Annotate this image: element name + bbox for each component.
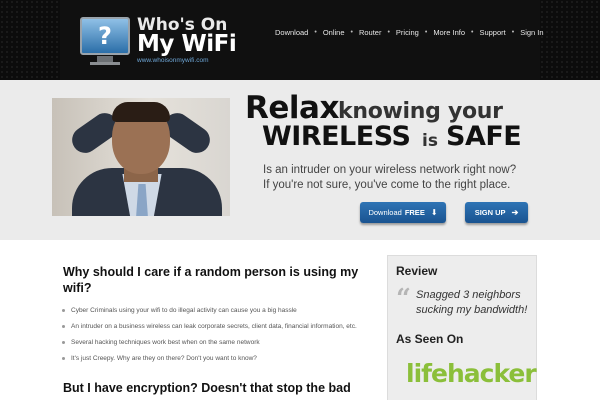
- reasons-list: Cyber Criminals using your wifi to do il…: [62, 304, 362, 368]
- nav-router[interactable]: Router: [359, 28, 382, 37]
- nav-sign-in[interactable]: Sign In: [520, 28, 543, 37]
- question-mark-monitor-icon: ?: [80, 17, 130, 55]
- site-logo[interactable]: ? Who's On My WiFi www.whoisonmywifi.com: [80, 15, 240, 70]
- nav-separator: •: [314, 28, 317, 36]
- hero-photo: [52, 98, 230, 216]
- down-arrow-icon: ⬇: [430, 208, 438, 217]
- nav-support[interactable]: Support: [479, 28, 505, 37]
- sign-up-button[interactable]: SIGN UP ➔: [465, 202, 528, 223]
- download-button-emphasis: FREE: [404, 208, 425, 217]
- list-item: Several hacking techniques work best whe…: [62, 336, 362, 349]
- review-title: Review: [396, 264, 438, 278]
- list-item: It's just Creepy. Why are they on there?…: [62, 352, 362, 365]
- main-nav: Download • Online • Router • Pricing • M…: [275, 26, 544, 38]
- right-arrow-icon: ➔: [511, 208, 519, 217]
- section-heading-why-care: Why should I care if a random person is …: [63, 265, 359, 295]
- headline-is: is: [422, 131, 438, 151]
- photo-hair: [112, 102, 170, 122]
- download-button-label: Download: [368, 208, 402, 217]
- headline-safe: SAFE: [446, 121, 522, 152]
- hero-subtext-line2: If you're not sure, you've come to the r…: [263, 179, 511, 191]
- headline-wireless: WIRELESS: [262, 121, 411, 152]
- review-quote: Snagged 3 neighbors sucking my bandwidth…: [416, 289, 528, 316]
- download-free-button[interactable]: Download FREE ⬇: [360, 202, 446, 223]
- question-mark-glyph: ?: [98, 22, 112, 50]
- nav-separator: •: [387, 28, 390, 36]
- nav-separator: •: [350, 28, 353, 36]
- nav-download[interactable]: Download: [275, 28, 308, 37]
- hero-subtext-line1: Is an intruder on your wireless network …: [263, 164, 517, 176]
- list-item: Cyber Criminals using your wifi to do il…: [62, 304, 362, 317]
- nav-separator: •: [471, 28, 474, 36]
- nav-pricing[interactable]: Pricing: [396, 28, 419, 37]
- logo-title-line2: My WiFi: [137, 31, 237, 57]
- lifehacker-logo[interactable]: lifehacker: [406, 359, 537, 388]
- nav-more-info[interactable]: More Info: [433, 28, 465, 37]
- list-item: An intruder on a business wireless can l…: [62, 320, 362, 333]
- logo-url: www.whoisonmywifi.com: [137, 57, 209, 64]
- nav-online[interactable]: Online: [323, 28, 345, 37]
- monitor-base: [90, 62, 120, 65]
- nav-separator: •: [424, 28, 428, 36]
- section-heading-encryption: But I have encryption? Doesn't that stop…: [63, 381, 351, 395]
- nav-separator: •: [511, 28, 515, 36]
- quote-mark-icon: “: [396, 284, 411, 314]
- as-seen-on-title: As Seen On: [396, 332, 464, 346]
- sidebar: Review “ Snagged 3 neighbors sucking my …: [387, 255, 537, 400]
- sign-up-button-label: SIGN UP: [474, 208, 506, 217]
